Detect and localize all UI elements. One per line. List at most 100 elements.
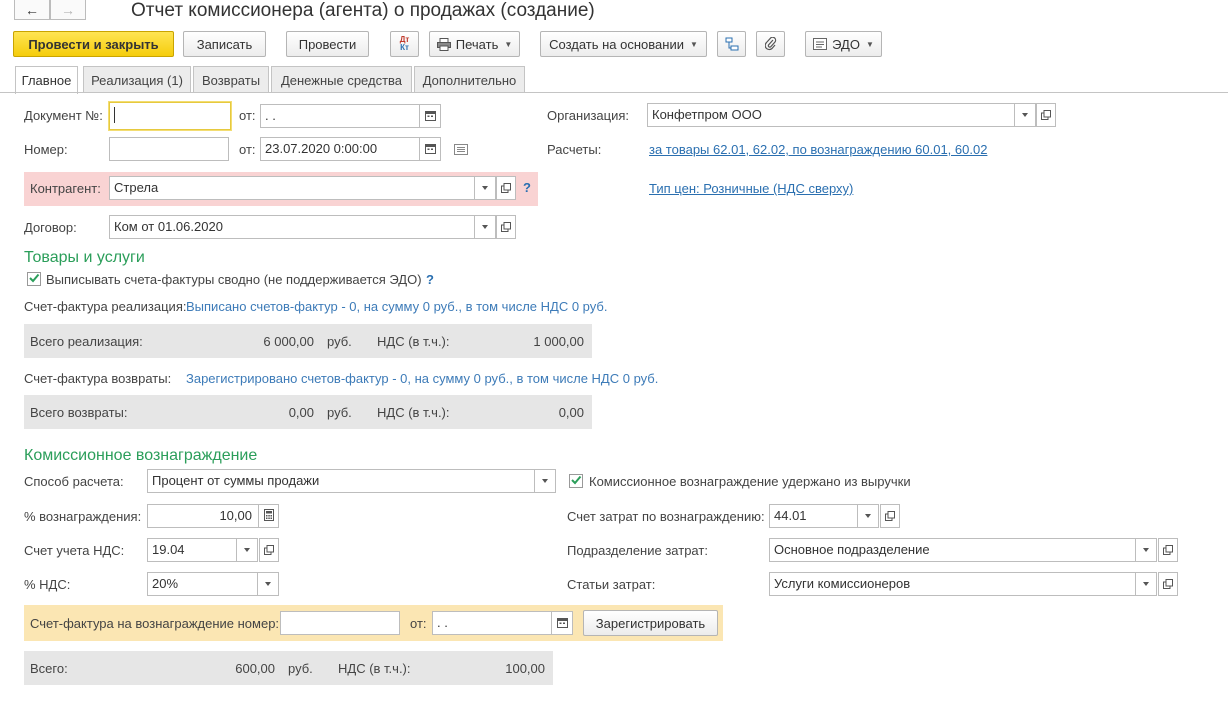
tab-returns[interactable]: Возвраты [193,66,269,93]
calc-method-label: Способ расчета: [24,474,124,489]
hierarchy-icon [725,37,739,51]
back-button[interactable]: ← [14,0,50,20]
cost-items-dropdown[interactable] [1135,572,1157,596]
counterparty-input[interactable]: Стрела [109,176,475,200]
help-icon[interactable]: ? [426,272,434,287]
cost-division-open-button[interactable] [1158,538,1178,562]
dt-kt-icon: Дт Кт [399,35,410,52]
chevron-down-icon [482,186,488,190]
register-button[interactable]: Зарегистрировать [583,610,718,636]
chevron-down-icon [1143,548,1149,552]
settlements-link[interactable]: за товары 62.01, 62.02, по вознаграждени… [649,142,987,158]
post-button[interactable]: Провести [286,31,369,57]
post-and-close-button[interactable]: Провести и закрыть [13,31,174,57]
chevron-down-icon [1022,113,1028,117]
invoice-returns-label: Счет-фактура возвраты: [24,371,172,386]
invoice-sales-link[interactable]: Выписано счетов-фактур - 0, на сумму 0 р… [186,299,607,315]
structure-button[interactable] [717,31,746,57]
cost-account-input[interactable]: 44.01 [769,504,858,528]
organization-dropdown[interactable] [1014,103,1036,127]
counterparty-label: Контрагент: [30,181,101,196]
number-input[interactable] [109,137,229,161]
chevron-down-icon [244,548,250,552]
organization-label: Организация: [547,108,630,123]
edo-icon [813,38,828,50]
consolidated-invoice-checkbox[interactable] [27,272,41,286]
save-button[interactable]: Записать [183,31,266,57]
sales-vat-label: НДС (в т.ч.): [377,334,450,349]
organization-open-button[interactable] [1036,103,1056,127]
tab-main[interactable]: Главное [15,66,78,94]
counterparty-open-button[interactable] [496,176,516,200]
percent-label: % вознаграждения: [24,509,142,524]
calc-method-select[interactable]: Процент от суммы продажи [147,469,535,493]
cost-division-dropdown[interactable] [1135,538,1157,562]
contract-open-button[interactable] [496,215,516,239]
invoice-number-label: Счет-фактура на вознаграждение номер: [30,616,280,631]
calc-method-dropdown[interactable] [534,469,556,493]
print-button[interactable]: Печать ▼ [429,31,520,57]
withheld-checkbox[interactable] [569,474,583,488]
invoice-number-input[interactable] [280,611,400,635]
contract-dropdown[interactable] [474,215,496,239]
doc-date-input[interactable]: . . [260,104,420,128]
chevron-down-icon [265,582,271,586]
total-returns-label: Всего возвраты: [30,405,128,420]
edo-button[interactable]: ЭДО ▼ [805,31,882,57]
vat-account-dropdown[interactable] [236,538,258,562]
vat-account-label: Счет учета НДС: [24,543,125,558]
tab-cash[interactable]: Денежные средства [271,66,412,93]
dt-kt-button[interactable]: Дт Кт [390,31,419,57]
calendar-icon [424,109,436,124]
chevron-down-icon [482,225,488,229]
cost-division-input[interactable]: Основное подразделение [769,538,1136,562]
price-type-link[interactable]: Тип цен: Розничные (НДС сверху) [649,181,853,197]
settlements-label: Расчеты: [547,142,602,157]
calculator-button[interactable] [258,504,279,528]
open-window-icon [501,181,511,196]
number-date-from-label: от: [239,142,256,157]
chevron-down-icon [1143,582,1149,586]
open-window-icon [501,220,511,235]
open-window-icon [1163,577,1173,592]
open-window-icon [1041,108,1051,123]
returns-vat-value: 0,00 [558,405,584,420]
vat-percent-dropdown[interactable] [257,572,279,596]
doc-number-input[interactable] [109,102,231,130]
commission-total-currency: руб. [288,661,313,676]
percent-input[interactable]: 10,00 [147,504,259,528]
calendar-button[interactable] [419,104,441,128]
tab-additional[interactable]: Дополнительно [414,66,525,93]
open-window-icon [264,543,274,558]
organization-input[interactable]: Конфетпром ООО [647,103,1015,127]
number-date-input[interactable]: 23.07.2020 0:00:00 [260,137,420,161]
cost-items-label: Статьи затрат: [567,577,656,592]
calendar-button[interactable] [419,137,441,161]
page-title: Отчет комиссионера (агента) о продажах (… [131,0,595,21]
tab-divider [0,92,1228,93]
doc-number-label: Документ №: [24,108,103,123]
vat-account-input[interactable]: 19.04 [147,538,237,562]
cost-items-open-button[interactable] [1158,572,1178,596]
checkmark-icon [28,272,40,287]
comment-icon[interactable] [454,143,468,158]
create-based-on-button[interactable]: Создать на основании ▼ [540,31,707,57]
withheld-label: Комиссионное вознаграждение удержано из … [589,474,911,489]
cost-items-input[interactable]: Услуги комиссионеров [769,572,1136,596]
vat-account-open-button[interactable] [259,538,279,562]
printer-icon [436,37,451,51]
contract-input[interactable]: Ком от 01.06.2020 [109,215,475,239]
attach-button[interactable] [756,31,785,57]
calendar-button[interactable] [551,611,573,635]
forward-button[interactable]: → [50,0,86,20]
cost-account-dropdown[interactable] [857,504,879,528]
vat-percent-select[interactable]: 20% [147,572,258,596]
tab-sales[interactable]: Реализация (1) [83,66,191,93]
chevron-down-icon: ▼ [689,39,698,49]
invoice-date-input[interactable]: . . [432,611,552,635]
chevron-down-icon: ▼ [504,39,513,49]
help-icon[interactable]: ? [523,180,531,195]
cost-account-open-button[interactable] [880,504,900,528]
invoice-returns-link[interactable]: Зарегистрировано счетов-фактур - 0, на с… [186,371,658,387]
counterparty-dropdown[interactable] [474,176,496,200]
